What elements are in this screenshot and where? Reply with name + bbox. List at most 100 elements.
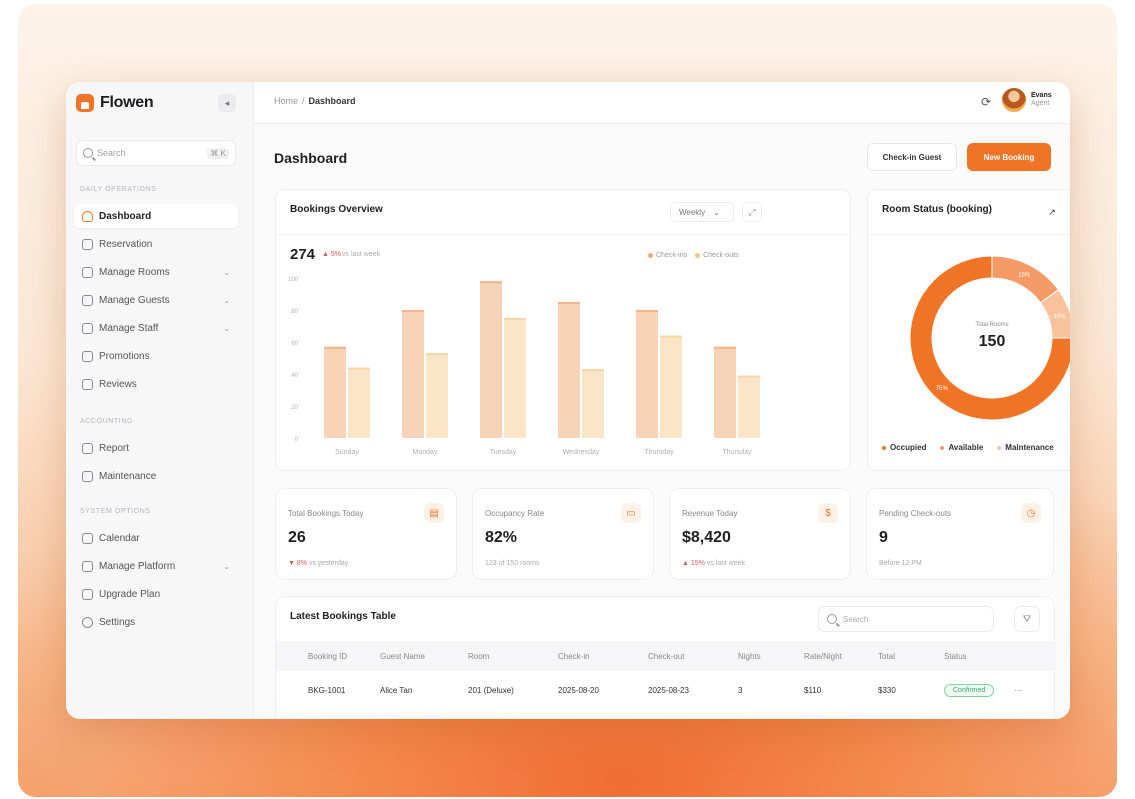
chart-legend: Check-ins Check-outs	[648, 252, 739, 259]
column-header[interactable]: Check-in	[558, 652, 648, 661]
column-header[interactable]: Total	[878, 652, 944, 661]
legend-label: Available	[948, 443, 984, 452]
bar-cap	[558, 302, 580, 304]
room-status-donut: 75% 15% 10% Total Rooms 150	[909, 255, 1070, 421]
brand[interactable]: Flowen	[76, 92, 154, 114]
bar-check-outs	[660, 335, 682, 438]
column-header[interactable]: Rate/Night	[804, 652, 878, 661]
breadcrumb-current: Dashboard	[308, 96, 356, 106]
bed-icon	[82, 266, 93, 278]
sidebar-item-maintenance[interactable]: Maintenance	[74, 464, 238, 488]
report-icon	[82, 442, 93, 454]
expand-chart-button[interactable]: ⤢	[742, 202, 762, 222]
user-menu[interactable]: Evans Agent	[1002, 88, 1052, 112]
chevron-down-icon: ⌄	[713, 207, 720, 217]
card-divider	[276, 234, 850, 235]
clock-icon: ◷	[1021, 503, 1041, 523]
donut-center-label: Total Rooms	[975, 322, 1008, 328]
legend-label: Check-outs	[703, 252, 739, 259]
x-tick-label: Thursday	[644, 449, 674, 456]
sidebar-item-manage-platform[interactable]: Manage Platform ⌄	[74, 554, 238, 578]
legend-dot	[940, 445, 945, 450]
legend-item-check-outs: Check-outs	[695, 252, 739, 259]
app-window: Flowen ◂ Search ⌘ K DAILY OPERATIONS Das…	[66, 82, 1070, 719]
cell-guest-name: Alice Tan	[380, 685, 413, 695]
sidebar-item-calendar[interactable]: Calendar	[74, 526, 238, 550]
bar-check-outs	[738, 375, 760, 438]
chevron-down-icon: ⌄	[223, 295, 230, 305]
bar-cap	[660, 335, 682, 338]
bar-cap	[402, 310, 424, 312]
sidebar-item-reviews[interactable]: Reviews	[74, 372, 238, 396]
column-header[interactable]: Nights	[738, 652, 804, 661]
filter-button[interactable]: ⛛	[1014, 606, 1040, 632]
period-select[interactable]: Weekly ⌄	[670, 202, 734, 222]
search-icon	[83, 148, 93, 158]
stat-note: 123 of 150 rooms	[485, 560, 540, 567]
row-more-icon[interactable]: ⋯	[1014, 686, 1034, 695]
sidebar-item-manage-rooms[interactable]: Manage Rooms ⌄	[74, 260, 238, 284]
stat-card-total-bookings: Total Bookings Today ▤ 26 ▼ 8% vs yester…	[275, 488, 457, 580]
search-icon	[827, 614, 837, 624]
room-status-legend: Occupied Available Maintenance	[882, 443, 1054, 452]
refresh-button[interactable]: ⟳	[976, 92, 996, 112]
column-header[interactable]: Booking ID	[308, 652, 380, 661]
chevron-down-icon: ⌄	[223, 323, 230, 333]
users-icon	[82, 322, 93, 334]
check-in-guest-button[interactable]: Check-in Guest	[867, 143, 957, 171]
donut-center-value: 150	[979, 333, 1006, 350]
breadcrumb: Home / Dashboard	[274, 96, 356, 106]
sidebar-search-input[interactable]: Search ⌘ K	[76, 140, 236, 166]
table-row[interactable]: BKG-1001 Alice Tan 201 (Deluxe) 2025-08-…	[276, 675, 1056, 705]
chevron-down-icon: ⌄	[223, 267, 230, 277]
sidebar-item-label: Reservation	[99, 238, 153, 250]
sidebar-item-label: Manage Rooms	[99, 266, 170, 278]
expand-icon: ⤢	[748, 206, 756, 217]
stat-label: Occupancy Rate	[485, 509, 545, 518]
user-icon	[82, 294, 93, 306]
card-title: Room Status (booking)	[882, 204, 992, 215]
gear-icon	[82, 616, 93, 628]
column-header[interactable]: Guest Name	[380, 652, 468, 661]
cell-nights: 3	[738, 685, 743, 695]
legend-dot	[882, 445, 886, 450]
sidebar-item-dashboard[interactable]: Dashboard	[74, 204, 238, 228]
bar-check-ins	[636, 310, 658, 438]
sidebar-item-manage-guests[interactable]: Manage Guests ⌄	[74, 288, 238, 312]
sidebar-item-upgrade-plan[interactable]: Upgrade Plan	[74, 582, 238, 606]
donut-slice-label: 75%	[936, 386, 949, 392]
sidebar-item-report[interactable]: Report	[74, 436, 238, 460]
column-header[interactable]: Status	[944, 652, 1014, 661]
open-link-button[interactable]: ↗	[1042, 202, 1062, 222]
collapse-sidebar-button[interactable]: ◂	[218, 94, 236, 112]
sidebar-item-reservation[interactable]: Reservation	[74, 232, 238, 256]
table-search-input[interactable]: Search	[818, 606, 994, 632]
sidebar-item-promotions[interactable]: Promotions	[74, 344, 238, 368]
sidebar-item-settings[interactable]: Settings	[74, 610, 238, 634]
search-shortcut: ⌘ K	[207, 147, 229, 159]
stat-note: vs yesterday	[308, 560, 349, 567]
column-header[interactable]: Check-out	[648, 652, 738, 661]
chevron-down-icon: ⌄	[223, 561, 230, 571]
topbar: Home / Dashboard ⟳ Evans Agent	[254, 82, 1070, 124]
calendar-icon	[82, 238, 93, 250]
upgrade-icon	[82, 588, 93, 600]
stat-sub: 123 of 150 rooms	[485, 560, 539, 567]
sidebar-item-manage-staff[interactable]: Manage Staff ⌄	[74, 316, 238, 340]
column-header[interactable]: Room	[468, 652, 558, 661]
section-label-system: SYSTEM OPTIONS	[80, 508, 151, 515]
breadcrumb-home[interactable]: Home	[274, 96, 298, 106]
bookings-overview-card: Bookings Overview Weekly ⌄ ⤢ 274 ▲ 5% vs…	[275, 189, 851, 471]
bar-cap	[348, 367, 370, 370]
room-status-card: Room Status (booking) ↗ ⤢ 75%15%10%Total…	[867, 189, 1070, 471]
period-value: Weekly	[679, 207, 706, 217]
table-header: Booking ID Guest Name Room Check-in Chec…	[276, 641, 1056, 671]
bookings-bar-chart: 0 20 40 60 80 100 Sunday Monday Tuesday Wednesday…	[288, 277, 760, 456]
sidebar-item-label: Upgrade Plan	[99, 588, 161, 600]
new-booking-button[interactable]: New Booking	[967, 143, 1051, 171]
bed-icon: ▭	[621, 503, 641, 523]
filter-icon: ⛛	[1022, 613, 1032, 625]
delta-value: ▲ 5%	[322, 251, 341, 258]
sidebar-item-label: Manage Guests	[99, 294, 170, 306]
total-bookings-value: 274	[290, 246, 316, 263]
